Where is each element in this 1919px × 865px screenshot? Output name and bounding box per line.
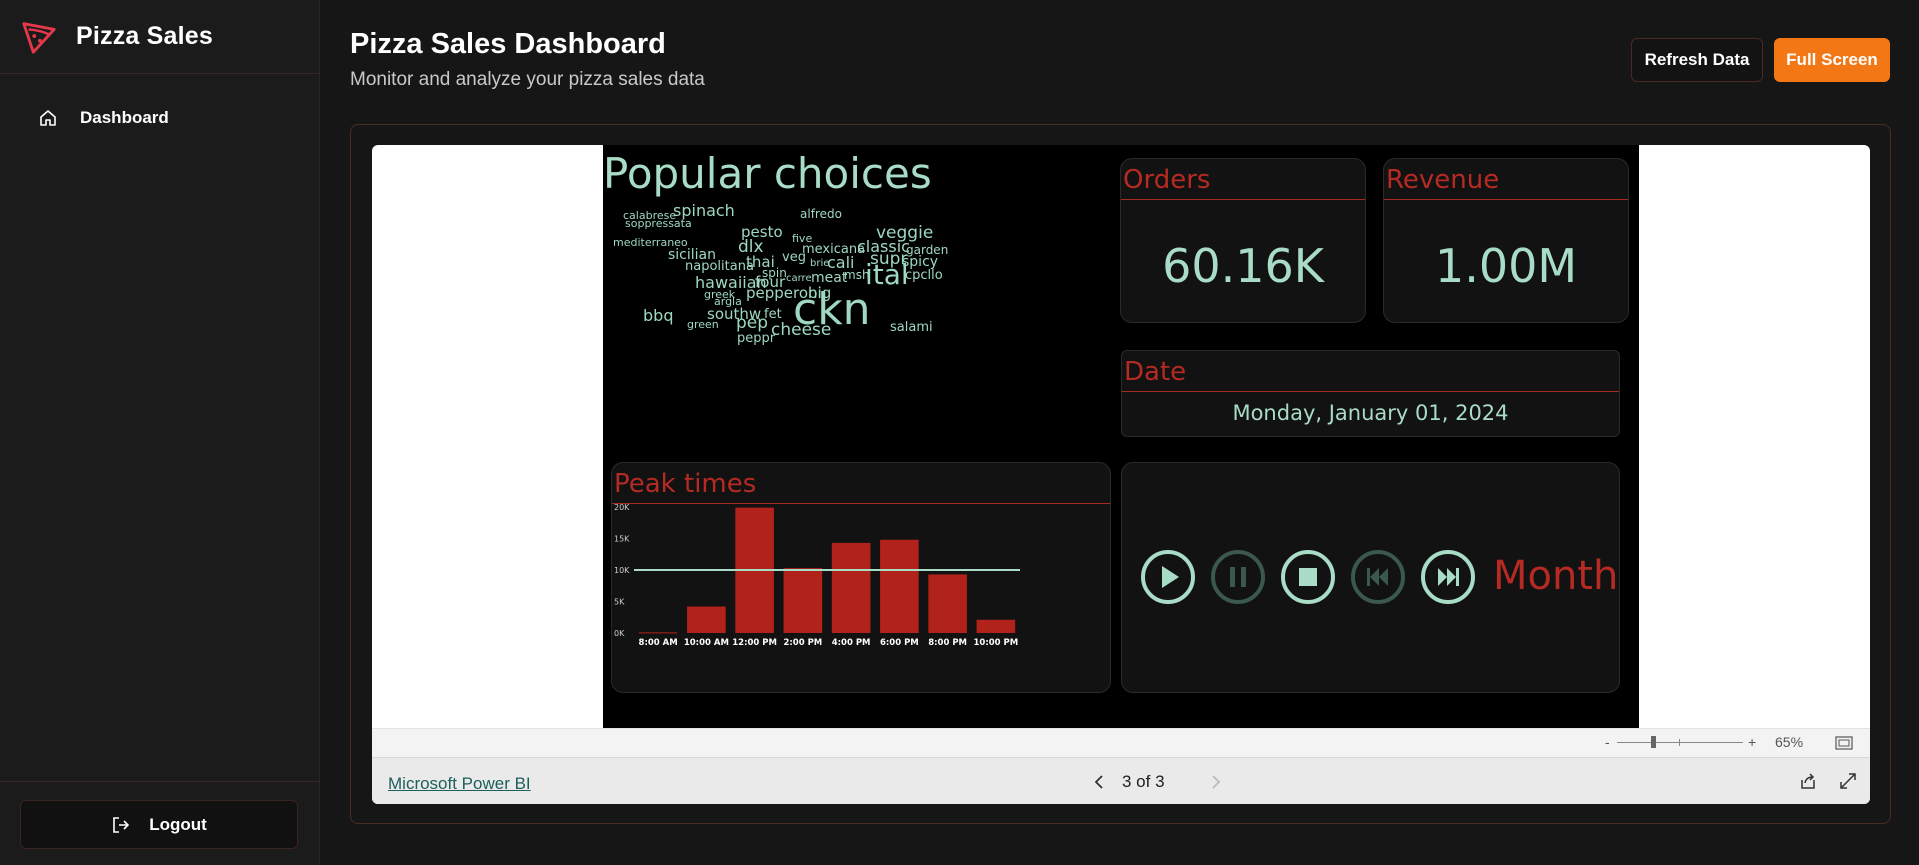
peak-times-card[interactable]: Peak times 20K 15K 10K 5K 0K 8:00 AM 10:00 AM 1… (611, 462, 1111, 693)
revenue-value: 1.00M (1434, 239, 1578, 293)
orders-card[interactable]: Orders 60.16K (1120, 158, 1366, 323)
wordcloud-word[interactable]: carre (786, 274, 812, 284)
wordcloud-word[interactable]: napolitana (685, 260, 754, 273)
home-icon (40, 110, 56, 126)
wordcloud-word[interactable]: cheese (771, 322, 831, 339)
sidebar: Pizza Sales Dashboard Logout (0, 0, 320, 865)
pizza-slice-icon (22, 21, 56, 54)
play-axis-card: Month (1121, 462, 1620, 693)
wordcloud-word[interactable]: cpcllo (905, 269, 943, 282)
zoom-slider[interactable] (1617, 736, 1743, 748)
bar (976, 619, 1016, 633)
revenue-title: Revenue (1386, 165, 1500, 195)
bar (783, 568, 823, 633)
orders-value: 60.16K (1162, 239, 1324, 293)
x-tick-label: 6:00 PM (880, 638, 919, 648)
report-canvas: Popular choices calabrese spinach alfredo s… (603, 145, 1639, 728)
y-tick-label: 10K (614, 566, 630, 575)
wordcloud-title: Popular choices (603, 149, 932, 198)
play-axis-label: Month (1493, 553, 1619, 599)
wordcloud-word[interactable]: ital (865, 261, 909, 289)
x-tick-label: 2:00 PM (783, 638, 822, 648)
brand[interactable]: Pizza Sales (0, 0, 319, 74)
y-tick-label: 5K (614, 598, 625, 607)
wordcloud-word[interactable]: meat (811, 271, 847, 285)
wordcloud-word[interactable]: green (687, 319, 719, 330)
divider (1384, 199, 1628, 200)
wordcloud-word[interactable]: bbq (643, 308, 673, 324)
wordcloud-word[interactable]: veg (782, 251, 806, 264)
divider (1121, 199, 1365, 200)
full-screen-button[interactable]: Full Screen (1774, 38, 1890, 82)
stop-icon[interactable] (1280, 549, 1336, 605)
bar (638, 632, 678, 634)
divider (1122, 391, 1619, 392)
logout-icon (113, 816, 130, 833)
date-value: Monday, January 01, 2024 (1232, 401, 1509, 425)
share-icon[interactable] (1799, 772, 1817, 790)
page-subtitle: Monitor and analyze your pizza sales dat… (350, 69, 705, 90)
zoom-level: 65% (1775, 734, 1804, 750)
x-tick-label: 4:00 PM (832, 638, 871, 648)
revenue-card[interactable]: Revenue 1.00M (1383, 158, 1629, 323)
y-tick-label: 15K (614, 535, 630, 544)
zoom-out-button[interactable]: - (1605, 734, 1610, 750)
sidebar-item-dashboard[interactable]: Dashboard (38, 108, 169, 128)
expand-icon[interactable] (1839, 772, 1857, 790)
zoom-slider-handle[interactable] (1651, 736, 1656, 748)
sidebar-footer: Logout (0, 781, 320, 865)
x-tick-label: 8:00 AM (639, 638, 678, 648)
fit-to-page-icon[interactable] (1835, 736, 1853, 750)
chevron-left-icon[interactable] (1092, 774, 1106, 790)
bar (831, 542, 871, 633)
sidebar-item-label: Dashboard (80, 108, 169, 127)
power-bi-embed: Popular choices calabrese spinach alfredo s… (372, 145, 1870, 804)
y-tick-label: 20K (614, 503, 630, 512)
app-root: Pizza Sales Dashboard Logout Pizza Sales… (0, 0, 1919, 865)
y-tick-label: 0K (614, 629, 625, 638)
bar (880, 539, 919, 633)
wordcloud-word[interactable]: peppr (737, 332, 775, 345)
x-tick-label: 12:00 PM (732, 638, 777, 648)
x-tick-label: 10:00 PM (974, 638, 1019, 648)
refresh-data-button[interactable]: Refresh Data (1631, 38, 1763, 82)
power-bi-link[interactable]: Microsoft Power BI (388, 774, 531, 794)
wordcloud-word[interactable]: pep (736, 315, 768, 332)
report-container: Popular choices calabrese spinach alfredo s… (350, 124, 1891, 824)
next-icon[interactable] (1420, 549, 1476, 605)
zoom-slider-tick (1679, 739, 1680, 746)
x-tick-label: 10:00 AM (684, 638, 729, 648)
logout-label: Logout (149, 814, 207, 834)
logout-button[interactable]: Logout (20, 800, 298, 849)
power-bi-footer: Microsoft Power BI 3 of 3 (372, 757, 1870, 804)
orders-title: Orders (1123, 165, 1211, 195)
x-tick-label: 8:00 PM (928, 638, 967, 648)
wordcloud-word[interactable]: soppressata (625, 218, 692, 229)
zoom-in-button[interactable]: + (1748, 734, 1756, 750)
previous-icon[interactable] (1350, 549, 1406, 605)
play-icon[interactable] (1140, 549, 1196, 605)
bar (687, 606, 726, 633)
chevron-right-icon[interactable] (1209, 774, 1223, 790)
date-card[interactable]: Date Monday, January 01, 2024 (1121, 350, 1620, 437)
page-title: Pizza Sales Dashboard (350, 28, 666, 60)
wordcloud-word[interactable]: salami (890, 321, 933, 334)
zoom-bar: - + 65% (372, 728, 1870, 757)
date-title: Date (1124, 357, 1187, 387)
brand-name: Pizza Sales (76, 22, 214, 50)
wordcloud-word[interactable]: brie (810, 259, 829, 269)
page-indicator: 3 of 3 (1122, 772, 1165, 791)
pause-icon[interactable] (1210, 549, 1266, 605)
bar (928, 574, 967, 633)
page-navigator: 3 of 3 (1092, 772, 1223, 792)
peak-times-chart: 20K 15K 10K 5K 0K 8:00 AM 10:00 AM 12:00 PM 2:00… (614, 503, 1020, 648)
wordcloud-word[interactable]: alfredo (800, 208, 842, 220)
